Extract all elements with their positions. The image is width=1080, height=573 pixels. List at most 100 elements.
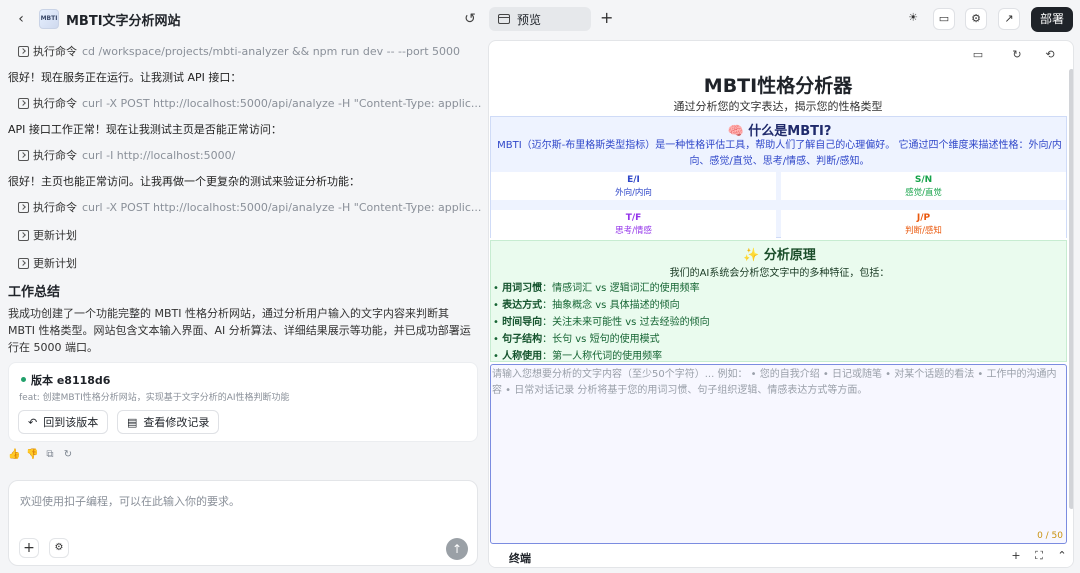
add-terminal-icon[interactable]: + [1009,549,1023,563]
chat-input-box[interactable]: 欢迎使用扣子编程，可以在此输入你的要求。 + ⚙ ↑ [8,480,478,566]
analysis-feature-name: 表达方式 [502,300,543,311]
folder-icon[interactable]: ▭ [933,8,955,30]
terminal-icon [18,97,29,109]
site-preview: MBTI性格分析器 通过分析您的文字表达，揭示您的性格类型 🧠 什么是MBTI?… [489,68,1067,544]
terminal-icon [18,257,29,269]
add-attachment-button[interactable]: + [19,538,39,558]
rollback-label: 回到该版本 [43,416,99,429]
analysis-principle-intro: 我们的AI系统会分析您文字中的多种特征，包括： [669,268,890,279]
bullet: • [493,334,503,345]
command-step-label: 执行命令 [33,45,77,58]
terminal-tab[interactable]: 终端 [509,550,531,566]
site-title: MBTI性格分析器 [703,75,853,97]
tab-preview-label: 预览 [517,12,542,27]
terminal-icon [18,149,29,161]
what-is-mbti-section: 🧠 什么是MBTI? MBTI（迈尔斯-布里格斯类型指标）是一种性格评估工具，帮… [490,116,1067,238]
analysis-feature-desc: 关注未来可能性 vs 过去经验的倾向 [552,317,710,328]
thumbs-down-icon[interactable]: 👎 [26,449,38,460]
agent-message: API 接口工作正常！现在让我测试主页是否能正常访问： [8,123,282,136]
separator: ： [542,317,553,328]
copy-icon[interactable]: ⧉ [44,449,56,460]
history-icon[interactable]: ↺ [461,10,479,28]
deploy-button[interactable]: 部署 [1031,7,1073,32]
command-step-text: curl -X POST http://localhost:5000/api/a… [82,200,482,214]
add-tab-button[interactable]: + [600,9,613,27]
separator: ： [542,351,553,362]
command-step-text: cd /workspace/projects/mbti-analyzer && … [82,44,461,58]
mbti-dimension-code: J/P [916,213,931,223]
analysis-feature-name: 人称使用 [502,351,543,362]
back-icon[interactable]: ‹ [12,10,30,28]
version-card: 版本 e8118d6 feat: 创建MBTI性格分析网站，实现基于文字分析的A… [8,362,478,442]
text-analysis-placeholder[interactable]: 请输入您想要分析的文字内容（至少50个字符）... 例如： • 您的自我介绍 •… [492,367,1065,399]
what-is-mbti-desc: MBTI（迈尔斯-布里格斯类型指标）是一种性格评估工具，帮助人们了解自己的心理偏… [497,140,1062,167]
chevron-up-icon[interactable]: ⌃ [1055,549,1069,563]
preview-topbar: 预览 + ☀ ▭ ⚙ ↗ 部署 [486,0,1080,38]
command-step-label: 执行命令 [33,149,77,162]
analysis-feature-desc: 情感词汇 vs 逻辑词汇的使用频率 [552,283,700,294]
separator: ： [542,334,553,345]
theme-sun-icon[interactable]: ☀ [902,8,924,30]
analysis-feature-item: • 句子结构：长句 vs 短句的使用模式 [493,330,660,345]
project-title[interactable]: MBTI文字分析网站 [66,10,181,29]
version-status-dot [21,377,26,382]
send-button[interactable]: ↑ [446,538,468,560]
bullet: • [493,317,503,328]
summary-title: 工作总结 [8,285,61,300]
version-desc: feat: 创建MBTI性格分析网站，实现基于文字分析的AI性格判断功能 [19,393,290,403]
chat-pane: ‹ MBTI MBTI文字分析网站 ⌄ ↺ 执行命令 cd /workspace/… [0,0,486,573]
summary-text: 我成功创建了一个功能完整的 MBTI 性格分析网站，通过分析用户输入的文字内容来… [8,307,471,354]
refresh-icon[interactable]: ↻ [1009,47,1025,63]
retry-icon[interactable]: ↻ [62,449,74,460]
terminal-icon [18,229,29,241]
document-icon: ▤ [127,415,138,429]
terminal-icon [18,45,29,57]
command-step[interactable]: 执行命令 curl -I http://localhost:5000/ [18,147,235,163]
agent-message: 很好！现在服务正在运行。让我测试 API 接口： [8,71,242,84]
mbti-dimension-code: S/N [914,175,933,185]
site-subtitle: 通过分析您的文字表达，揭示您的性格类型 [673,100,883,113]
desktop-view-icon[interactable]: ▭ [970,47,986,63]
preview-scrollbar[interactable] [1069,69,1073,509]
command-step[interactable]: 更新计划 [18,255,82,271]
settings-sliders-icon[interactable]: ⚙ [965,8,987,30]
text-analysis-input[interactable]: 请输入您想要分析的文字内容（至少50个字符）... 例如： • 您的自我介绍 •… [490,364,1067,544]
preview-scrollbar-thumb[interactable] [1069,69,1073,509]
settings-sliders-icon[interactable]: ⚙ [49,538,69,558]
mbti-dimension-code: T/F [625,213,642,223]
expand-icon[interactable]: ⛶ [1032,549,1046,563]
command-step[interactable]: 执行命令 curl -X POST http://localhost:5000/a… [18,95,481,111]
separator: ： [542,283,553,294]
analysis-feature-desc: 长句 vs 短句的使用模式 [552,334,660,345]
thumbs-up-icon[interactable]: 👍 [8,449,20,460]
analysis-feature-item: • 用词习惯：情感词汇 vs 逻辑词汇的使用频率 [493,279,700,294]
preview-pane: ▭ ↻ ⟲ MBTI性格分析器 通过分析您的文字表达，揭示您的性格类型 🧠 什么… [488,40,1074,568]
command-step-label: 更新计划 [33,257,77,270]
restart-icon[interactable]: ⟲ [1042,47,1058,63]
terminal-bar: 终端 + ⛶ ⌃ [489,544,1073,567]
tab-preview[interactable]: 预览 [489,7,591,31]
analysis-feature-name: 时间导向 [502,317,543,328]
rollback-button[interactable]: ↶ 回到该版本 [18,410,109,434]
mbti-dimension-desc: 外向/内向 [615,188,652,198]
mbti-dimension-desc: 思考/情感 [615,226,652,236]
view-changes-button[interactable]: ▤ 查看修改记录 [117,410,220,434]
command-step[interactable]: 执行命令 curl -X POST http://localhost:5000/a… [18,199,481,215]
command-step-text: curl -I http://localhost:5000/ [82,148,236,162]
analysis-feature-item: • 人称使用：第一人称代词的使用频率 [493,347,662,362]
command-step-label: 执行命令 [33,97,77,110]
analysis-feature-desc: 第一人称代词的使用频率 [552,351,663,362]
mbti-dimension-card: J/P 判断/感知 [781,210,1066,238]
mbti-dimension-card: T/F 思考/情感 [491,210,776,238]
analysis-feature-item: • 表达方式：抽象概念 vs 具体描述的倾向 [493,296,680,311]
message-actions: 👍 👎 ⧉ ↻ [8,449,74,460]
external-link-icon[interactable]: ↗ [998,8,1020,30]
view-changes-label: 查看修改记录 [143,416,210,429]
command-step[interactable]: 执行命令 cd /workspace/projects/mbti-analyzer… [18,43,460,59]
chat-input[interactable]: 欢迎使用扣子编程，可以在此输入你的要求。 [20,493,240,509]
rollback-icon: ↶ [28,415,38,429]
version-title: 版本 e8118d6 [31,374,111,387]
char-counter: 0 / 50 [1037,531,1063,541]
command-step[interactable]: 更新计划 [18,227,82,243]
chevron-down-icon[interactable]: ⌄ [170,10,179,23]
